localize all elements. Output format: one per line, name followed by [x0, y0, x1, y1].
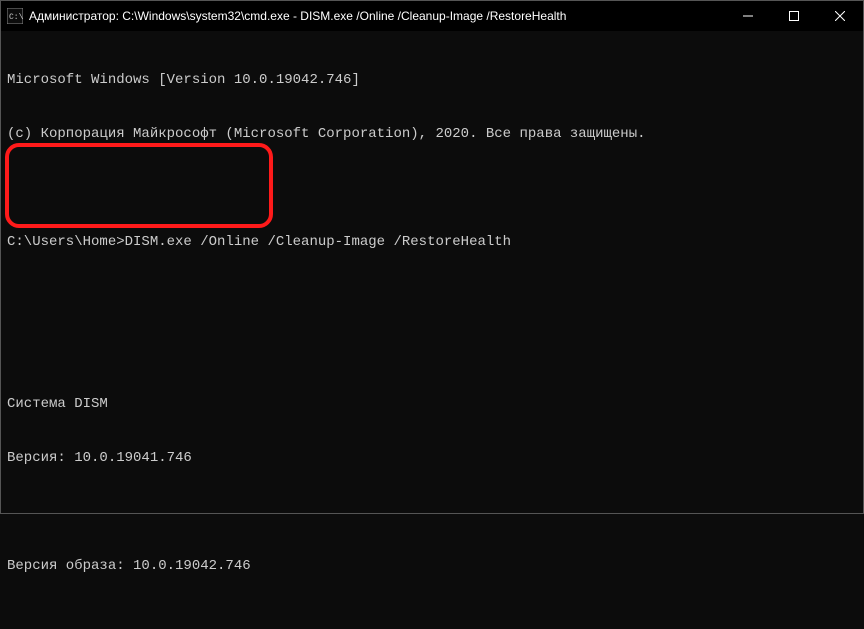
- window-title: Администратор: C:\Windows\system32\cmd.e…: [29, 9, 725, 23]
- minimize-button[interactable]: [725, 1, 771, 31]
- image-version: Версия образа: 10.0.19042.746: [7, 557, 857, 575]
- terminal-body[interactable]: Microsoft Windows [Version 10.0.19042.74…: [1, 31, 863, 513]
- dism-version: Версия: 10.0.19041.746: [7, 449, 857, 467]
- blank-line: [7, 503, 857, 521]
- prompt: C:\Users\Home>: [7, 234, 125, 250]
- blank-line: [7, 287, 857, 305]
- version-line: Microsoft Windows [Version 10.0.19042.74…: [7, 71, 857, 89]
- blank-line: [7, 341, 857, 359]
- maximize-button[interactable]: [771, 1, 817, 31]
- blank-line: [7, 179, 857, 197]
- dism-header: Cистема DISM: [7, 395, 857, 413]
- command-text: DISM.exe /Online /Cleanup-Image /Restore…: [125, 234, 511, 250]
- cmd-icon: C:\: [7, 8, 23, 24]
- titlebar: C:\ Администратор: C:\Windows\system32\c…: [1, 1, 863, 31]
- close-button[interactable]: [817, 1, 863, 31]
- prompt-line: C:\Users\Home>DISM.exe /Online /Cleanup-…: [7, 233, 857, 251]
- copyright-line: (c) Корпорация Майкрософт (Microsoft Cor…: [7, 125, 857, 143]
- svg-text:C:\: C:\: [9, 13, 23, 22]
- window-controls: [725, 1, 863, 31]
